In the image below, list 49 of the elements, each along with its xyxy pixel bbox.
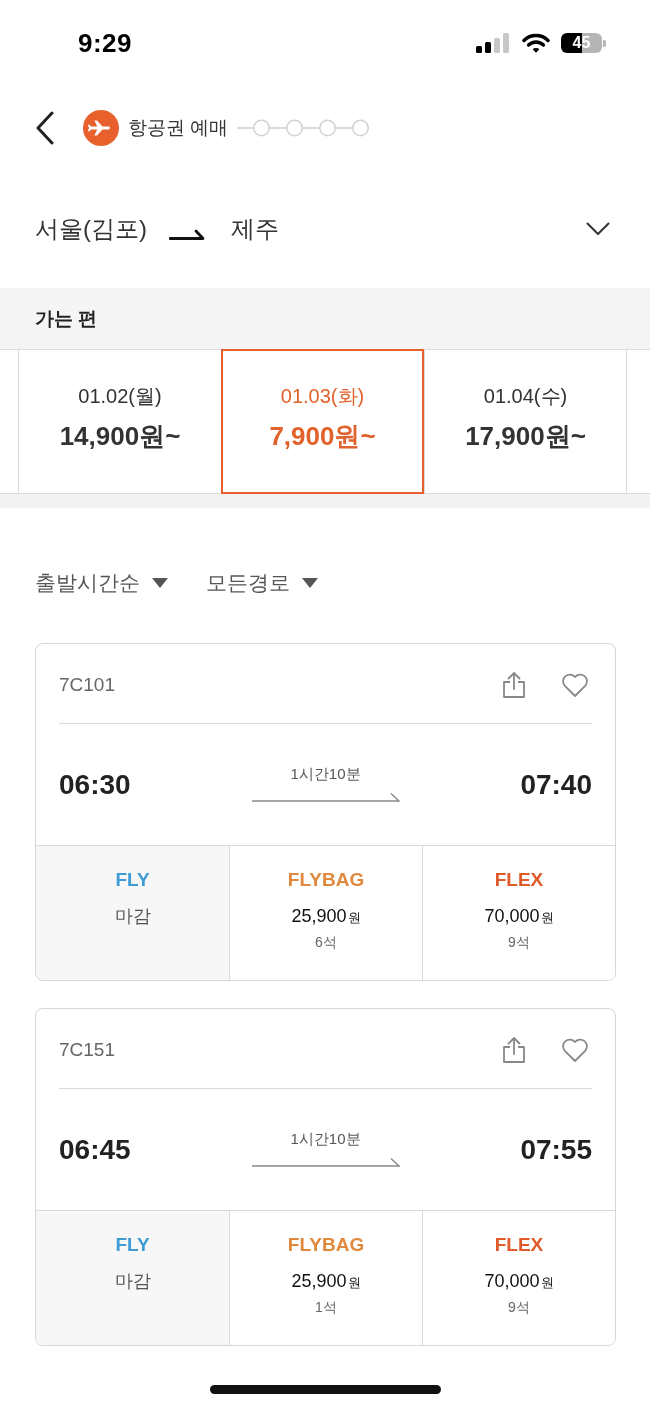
page-title: 항공권 예매 <box>128 116 229 140</box>
share-icon[interactable] <box>501 1036 527 1064</box>
fare-name: FLEX <box>494 868 544 892</box>
fare-price: 70,000 원 <box>484 1270 554 1293</box>
arrival-time: 07:55 <box>520 1133 592 1166</box>
caret-icon <box>302 578 318 588</box>
back-icon[interactable] <box>35 111 55 145</box>
route-destination: 제주 <box>231 214 279 244</box>
departure-time: 06:45 <box>59 1133 131 1166</box>
arrival-time: 07:40 <box>520 768 592 801</box>
airplane-icon <box>83 110 119 146</box>
heart-icon[interactable] <box>561 672 589 698</box>
sort-dropdown[interactable]: 출발시간순 <box>35 568 168 598</box>
flight-number: 7C101 <box>59 674 115 696</box>
route-origin: 서울(김포) <box>35 214 147 244</box>
fare-name: FLEX <box>494 1233 544 1257</box>
share-icon[interactable] <box>501 671 527 699</box>
seat-count: 1석 <box>315 1298 337 1317</box>
wifi-icon <box>522 32 550 54</box>
chevron-down-icon[interactable] <box>586 222 610 236</box>
flight-duration: 1시간10분 <box>290 765 361 784</box>
departure-time: 06:30 <box>59 768 131 801</box>
fare-price: 25,900 원 <box>291 1270 361 1293</box>
seat-count: 9석 <box>508 933 530 952</box>
fare-price: 70,000 원 <box>484 905 554 928</box>
section-title: 가는 편 <box>35 306 98 331</box>
flight-card[interactable]: 7C151 06:45 1시간10분 07:55 FLY 마감 FLYBAG 25,900 원 1석 FLEX 70,000 원 9석 <box>35 1008 616 1346</box>
fare-name: FLY <box>115 1233 150 1257</box>
fare-name: FLYBAG <box>287 1233 365 1257</box>
date-tab[interactable]: 01.02(월) 14,900원~ <box>18 350 221 493</box>
fare-price: 25,900 원 <box>291 905 361 928</box>
status-time: 9:29 <box>78 27 133 59</box>
date-tab[interactable]: 01.03(화) 7,900원~ <box>221 349 424 494</box>
sort-dropdown[interactable]: 모든경로 <box>206 568 318 598</box>
fare-name: FLYBAG <box>287 868 365 892</box>
heart-icon[interactable] <box>561 1037 589 1063</box>
fare-status: 마감 <box>114 1270 151 1293</box>
seat-count: 9석 <box>508 1298 530 1317</box>
fare-name: FLY <box>115 868 150 892</box>
fare-option[interactable]: FLEX 70,000 원 9석 <box>422 1211 615 1345</box>
fare-option[interactable]: FLEX 70,000 원 9석 <box>422 846 615 980</box>
fare-status: 마감 <box>114 905 151 928</box>
signal-icon <box>476 33 510 53</box>
seat-count: 6석 <box>315 933 337 952</box>
caret-icon <box>152 578 168 588</box>
flight-number: 7C151 <box>59 1039 115 1061</box>
flight-card[interactable]: 7C101 06:30 1시간10분 07:40 FLY 마감 FLYBAG 25,900 원 6석 FLEX 70,000 원 9석 <box>35 643 616 981</box>
date-tab[interactable]: 01.04(수) 17,900원~ <box>424 350 627 493</box>
flight-duration: 1시간10분 <box>290 1130 361 1149</box>
